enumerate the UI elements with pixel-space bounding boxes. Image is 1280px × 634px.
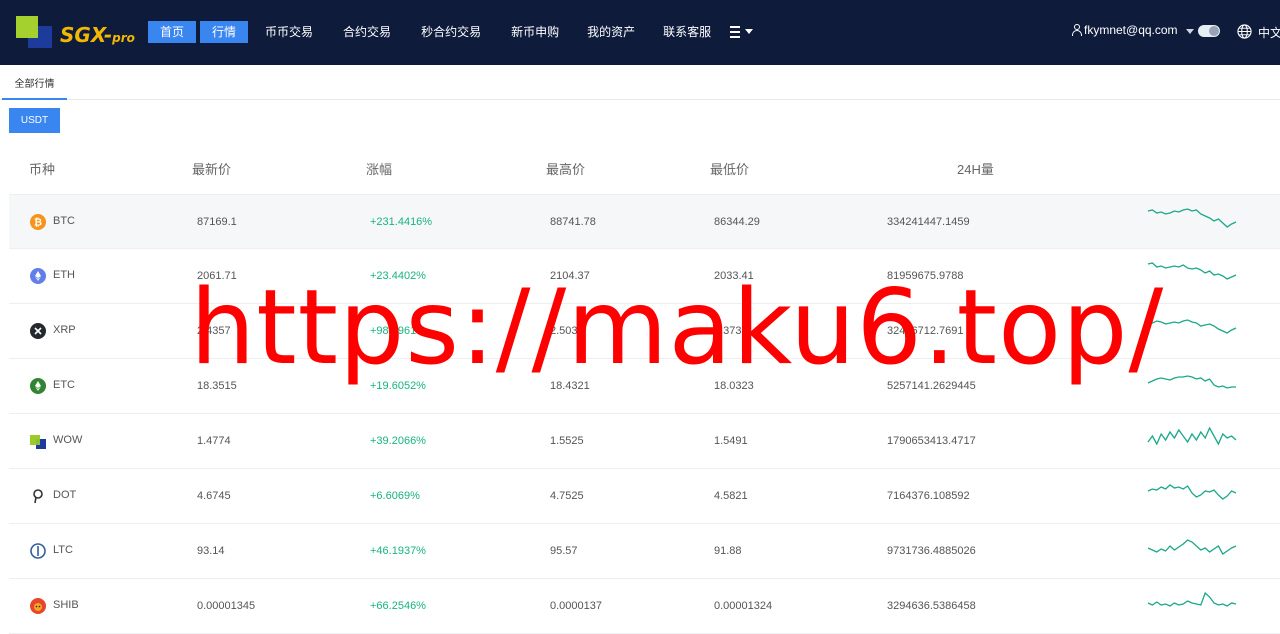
user-email: fkymnet@qq.com	[1084, 23, 1178, 37]
coin-name: SHIB	[53, 599, 79, 611]
table-row[interactable]: LTC 93.14 +46.1937% 95.57 91.88 9731736.48850…	[9, 524, 1280, 579]
coin-name: ETH	[53, 269, 75, 281]
change-percent: +46.1937%	[370, 545, 426, 557]
btc-icon: ₿	[30, 214, 46, 230]
header-latest-price: 最新价	[192, 162, 232, 177]
volume-24h: 7164376.108592	[887, 490, 970, 502]
user-account[interactable]: fkymnet@qq.com	[1072, 23, 1178, 37]
site-logo[interactable]: SGX-pro	[16, 16, 146, 50]
ltc-icon	[30, 543, 46, 559]
market-table-body: ₿ BTC 87169.1 +231.4416% 88741.78 86344.29 334…	[9, 194, 1280, 634]
coin-name: DOT	[53, 489, 77, 501]
user-icon	[1072, 24, 1082, 36]
high-price: 0.0000137	[550, 600, 602, 612]
sparkline-path	[1147, 208, 1237, 228]
volume-24h: 1790653413.4717	[887, 435, 976, 447]
latest-price: 87169.1	[197, 216, 237, 228]
theme-toggle[interactable]	[1198, 25, 1220, 37]
coin-name: XRP	[53, 324, 76, 336]
change-percent: +6.6069%	[370, 490, 420, 502]
nav-home[interactable]: 首页	[148, 21, 197, 43]
main-nav: 首页 行情 币币交易 合约交易 秒合约交易 新币申购 我的资产 联系客服	[148, 21, 754, 43]
market-tabs: 全部行情	[0, 65, 1280, 100]
sparkline-chart	[1147, 539, 1237, 555]
coin-name: BTC	[53, 215, 75, 227]
coin-name: ETC	[53, 379, 75, 391]
change-percent: +231.4416%	[370, 216, 433, 228]
svg-text:₿: ₿	[34, 217, 42, 229]
volume-24h: 3294636.5386458	[887, 600, 976, 612]
header-low: 最低价	[710, 162, 750, 177]
change-percent: +39.2066%	[370, 435, 426, 447]
nav-support[interactable]: 联系客服	[650, 21, 724, 43]
table-row[interactable]: WOW 1.4774 +39.2066% 1.5525 1.5491 1790653413…	[9, 414, 1280, 469]
low-price: 1.5491	[714, 435, 748, 447]
nav-my-assets[interactable]: 我的资产	[574, 21, 648, 43]
sparkline-chart	[1147, 208, 1237, 228]
high-price: 1.5525	[550, 435, 584, 447]
language-selector[interactable]: 中文	[1258, 24, 1280, 41]
volume-24h: 9731736.4885026	[887, 545, 976, 557]
sparkline-chart	[1147, 484, 1237, 500]
top-header: SGX-pro 首页 行情 币币交易 合约交易 秒合约交易 新币申购 我的资产 …	[0, 0, 1280, 65]
high-price: 95.57	[550, 545, 578, 557]
low-price: 4.5821	[714, 490, 748, 502]
low-price: 86344.29	[714, 216, 760, 228]
header-change: 涨幅	[366, 162, 393, 177]
header-high: 最高价	[546, 162, 586, 177]
sparkline-chart	[1147, 426, 1237, 446]
table-row[interactable]: DOT 4.6745 +6.6069% 4.7525 4.5821 7164376.108…	[9, 469, 1280, 524]
logo-text: SGX-pro	[60, 23, 135, 47]
latest-price: 4.6745	[197, 490, 231, 502]
nav-second-contract[interactable]: 秒合约交易	[408, 21, 494, 43]
shib-icon	[30, 598, 46, 614]
sparkline-path	[1147, 484, 1237, 500]
sparkline-path	[1147, 426, 1237, 446]
watermark-text: https://maku6.top/	[190, 268, 1165, 388]
chevron-down-icon[interactable]	[1186, 29, 1194, 34]
etc-icon	[30, 378, 46, 394]
header-coin: 币种	[29, 162, 56, 177]
low-price: 91.88	[714, 545, 742, 557]
coin-name: WOW	[53, 434, 83, 446]
coin-name: LTC	[53, 544, 73, 556]
globe-icon[interactable]	[1237, 24, 1252, 39]
logo-mark-front	[16, 16, 38, 38]
eth-icon	[30, 268, 46, 284]
latest-price: 0.00001345	[197, 600, 256, 612]
nav-contract-trading[interactable]: 合约交易	[330, 21, 404, 43]
sparkline-path	[1147, 591, 1237, 607]
latest-price: 1.4774	[197, 435, 231, 447]
list-icon[interactable]	[730, 26, 754, 38]
latest-price: 93.14	[197, 545, 225, 557]
change-percent: +66.2546%	[370, 600, 426, 612]
nav-markets[interactable]: 行情	[200, 21, 249, 43]
volume-24h: 334241447.1459	[887, 216, 970, 228]
market-table-header: 币种 最新价 涨幅 最高价 最低价 24H量	[0, 150, 1280, 184]
tab-all-markets[interactable]: 全部行情	[2, 65, 67, 100]
dot-icon	[33, 489, 43, 504]
header-volume: 24H量	[957, 162, 994, 177]
high-price: 4.7525	[550, 490, 584, 502]
high-price: 88741.78	[550, 216, 596, 228]
nav-new-coin[interactable]: 新币申购	[498, 21, 572, 43]
nav-spot-trading[interactable]: 币币交易	[252, 21, 326, 43]
table-row[interactable]: ₿ BTC 87169.1 +231.4416% 88741.78 86344.29 334…	[9, 194, 1280, 249]
usdt-filter-button[interactable]: USDT	[9, 108, 60, 133]
low-price: 0.00001324	[714, 600, 773, 612]
wow-icon	[30, 435, 46, 449]
sparkline-path	[1147, 539, 1237, 555]
sparkline-chart	[1147, 591, 1237, 607]
table-row[interactable]: SHIB 0.00001345 +66.2546% 0.0000137 0.000013…	[9, 579, 1280, 634]
xrp-icon	[30, 323, 46, 339]
